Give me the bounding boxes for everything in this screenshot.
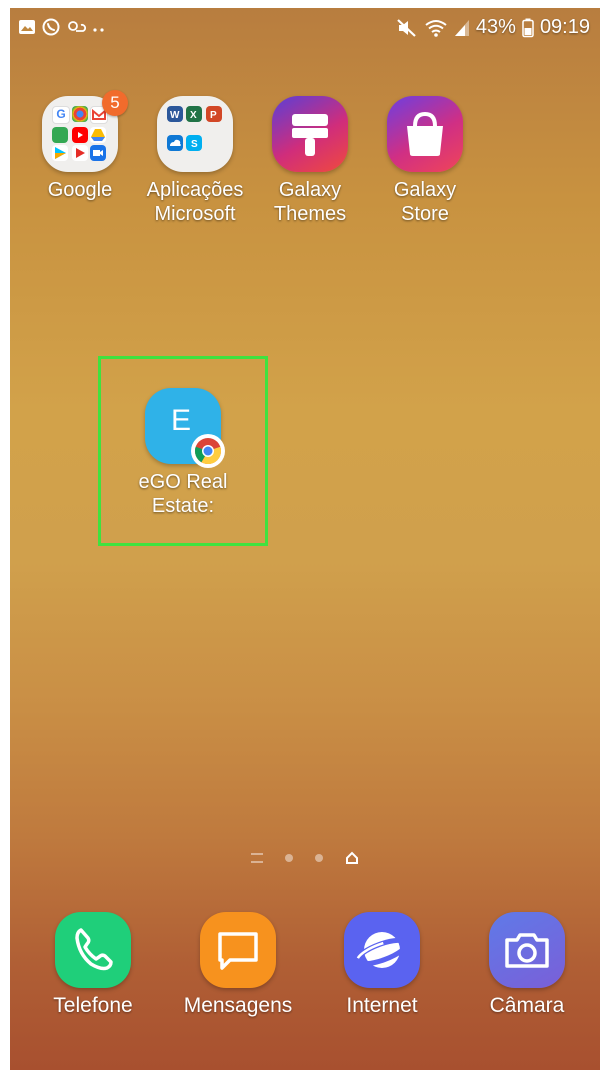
- app-label: Galaxy Themes: [273, 179, 347, 225]
- signal-icon: [454, 18, 470, 38]
- shopping-bag-icon: [387, 96, 463, 172]
- app-label: Aplicações Microsoft: [146, 179, 244, 225]
- battery-percent: 43%: [475, 16, 516, 38]
- page-dot[interactable]: [285, 854, 293, 862]
- planet-icon: [344, 912, 420, 988]
- svg-text:X: X: [190, 110, 197, 121]
- app-label: Google: [47, 179, 113, 201]
- dock-phone-app[interactable]: Telefone: [28, 912, 158, 1018]
- galaxy-themes-app[interactable]: Galaxy Themes: [255, 96, 365, 226]
- weather-icon: [66, 18, 86, 36]
- page-dot[interactable]: [315, 854, 323, 862]
- ego-app-icon: E: [145, 388, 225, 468]
- paintbrush-icon: [272, 96, 348, 172]
- dock-label: Mensagens: [183, 994, 293, 1017]
- dock-camera-app[interactable]: Câmara: [462, 912, 592, 1018]
- page-menu-indicator[interactable]: [251, 853, 263, 863]
- svg-text:W: W: [170, 110, 180, 121]
- notification-badge: 5: [102, 90, 128, 116]
- dock-messages-app[interactable]: Mensagens: [173, 912, 303, 1018]
- whatsapp-icon: [42, 18, 60, 36]
- dock-label: Câmara: [489, 994, 565, 1017]
- google-folder[interactable]: G 5 Google: [25, 90, 135, 202]
- clock-time: 09:19: [539, 16, 590, 38]
- image-icon: [18, 18, 36, 36]
- microsoft-folder[interactable]: W X P S Aplicações Microsoft: [140, 96, 250, 226]
- google-folder-icon: G 5: [42, 90, 128, 172]
- ego-real-estate-app[interactable]: E eGO Real Estate:: [128, 388, 238, 518]
- camera-icon: [489, 912, 565, 988]
- mute-icon: [396, 18, 418, 38]
- more-dots-icon: [90, 18, 108, 36]
- svg-text:P: P: [210, 110, 217, 121]
- microsoft-folder-icon: W X P S: [157, 96, 233, 172]
- home-screen: 43% 09:19 G 5 Google W X P S Aplicações …: [10, 8, 600, 1070]
- chrome-icon: [191, 434, 225, 468]
- dock-label: Internet: [346, 994, 418, 1017]
- svg-text:S: S: [191, 139, 198, 150]
- battery-icon: [522, 18, 534, 38]
- galaxy-store-app[interactable]: Galaxy Store: [370, 96, 480, 226]
- wifi-icon: [424, 18, 448, 38]
- ego-letter: E: [171, 404, 192, 437]
- dock-label: Telefone: [53, 994, 133, 1017]
- page-indicators: [10, 848, 600, 868]
- phone-icon: [55, 912, 131, 988]
- home-page-icon[interactable]: [345, 851, 359, 865]
- status-bar: 43% 09:19: [10, 8, 600, 48]
- app-label: Galaxy Store: [393, 179, 457, 225]
- app-label: eGO Real Estate:: [138, 471, 228, 517]
- dock-internet-app[interactable]: Internet: [317, 912, 447, 1018]
- message-bubble-icon: [200, 912, 276, 988]
